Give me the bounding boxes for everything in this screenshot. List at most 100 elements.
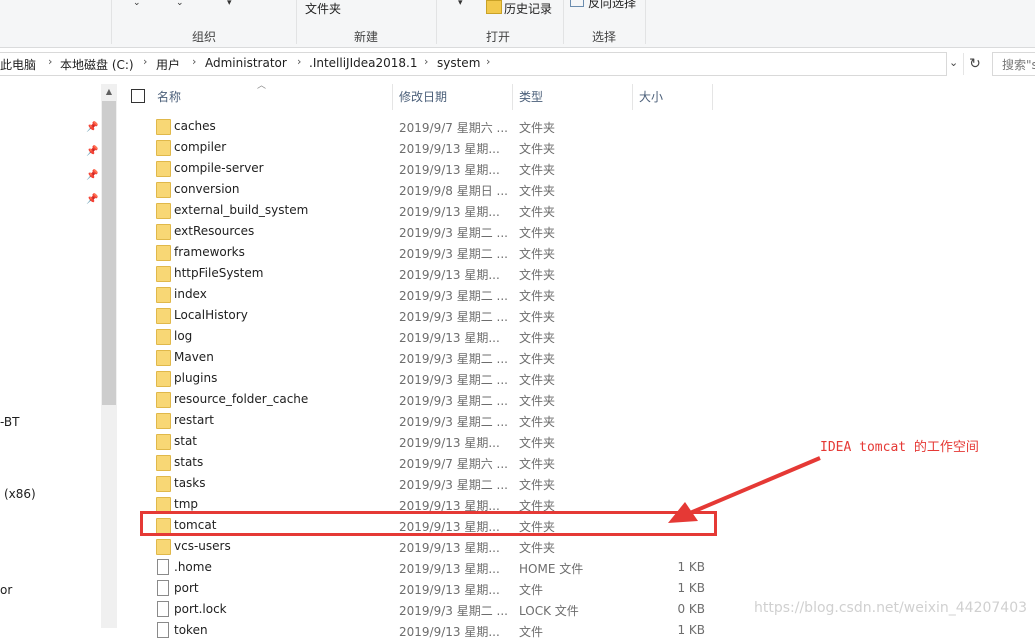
pin-icon: 📌	[86, 122, 99, 133]
chevron-down-icon[interactable]: ⌄	[176, 0, 184, 8]
ribbon-divider	[111, 0, 112, 44]
chevron-down-icon[interactable]: ▾	[458, 0, 463, 8]
file-name: compiler	[174, 140, 227, 154]
table-row[interactable]: log 2019/9/13 星期... 文件夹	[140, 326, 717, 347]
nav-item-x86[interactable]: (x86)	[4, 487, 36, 501]
folder-icon	[156, 308, 171, 324]
search-input[interactable]: 搜索"sy	[992, 52, 1035, 76]
table-row[interactable]: stat 2019/9/13 星期... 文件夹	[140, 431, 717, 452]
file-type: 文件夹	[519, 478, 556, 492]
column-divider[interactable]	[712, 84, 713, 110]
table-row[interactable]: resource_folder_cache 2019/9/3 星期二 ... 文件夹	[140, 389, 717, 410]
chevron-right-icon[interactable]: ›	[48, 55, 52, 68]
crumb-this-pc[interactable]: 此电脑	[0, 56, 36, 73]
chevron-down-icon[interactable]: ▾	[227, 0, 232, 8]
file-date: 2019/9/13 星期...	[399, 562, 500, 576]
refresh-icon[interactable]: ↻	[963, 53, 986, 75]
history-icon	[486, 0, 502, 14]
column-divider[interactable]	[392, 84, 393, 110]
table-row[interactable]: restart 2019/9/3 星期二 ... 文件夹	[140, 410, 717, 431]
sort-ascending-icon: ︿	[257, 81, 267, 91]
ribbon-divider	[563, 0, 564, 44]
table-row[interactable]: caches 2019/9/7 星期六 ... 文件夹	[140, 116, 717, 137]
ribbon-divider	[296, 0, 297, 44]
table-row[interactable]: extResources 2019/9/3 星期二 ... 文件夹	[140, 221, 717, 242]
table-row[interactable]: external_build_system 2019/9/13 星期... 文件夹	[140, 200, 717, 221]
table-row[interactable]: httpFileSystem 2019/9/13 星期... 文件夹	[140, 263, 717, 284]
scroll-up-icon[interactable]: ▲	[101, 84, 117, 100]
chevron-right-icon[interactable]: ›	[192, 55, 196, 68]
file-name: tasks	[174, 476, 206, 490]
file-date: 2019/9/13 星期...	[399, 625, 500, 639]
crumb-users[interactable]: 用户	[156, 56, 180, 73]
file-type: 文件夹	[519, 289, 556, 303]
chevron-right-icon[interactable]: ›	[143, 55, 147, 68]
table-row[interactable]: Maven 2019/9/3 星期二 ... 文件夹	[140, 347, 717, 368]
crumb-system[interactable]: system	[437, 56, 480, 70]
file-date: 2019/9/7 星期六 ...	[399, 457, 508, 471]
crumb-administrator[interactable]: Administrator	[205, 56, 287, 70]
file-type: 文件	[519, 583, 544, 597]
address-history-dropdown-icon[interactable]: ⌄	[949, 56, 958, 69]
table-row[interactable]: port.lock 2019/9/3 星期二 ... LOCK 文件 0 KB	[140, 599, 717, 620]
chevron-right-icon[interactable]: ›	[297, 55, 301, 68]
crumb-local-disk[interactable]: 本地磁盘 (C:)	[60, 56, 134, 73]
invert-select-icon	[570, 0, 584, 7]
chevron-down-icon[interactable]: ⌄	[133, 0, 141, 8]
ribbon-new-folder-label[interactable]: 文件夹	[305, 0, 341, 17]
column-divider[interactable]	[632, 84, 633, 110]
table-row[interactable]: vcs-users 2019/9/13 星期... 文件夹	[140, 536, 717, 557]
table-row[interactable]: conversion 2019/9/8 星期日 ... 文件夹	[140, 179, 717, 200]
group-organize-label: 组织	[192, 30, 217, 44]
annotation-arrow	[668, 456, 821, 523]
table-row[interactable]: frameworks 2019/9/3 星期二 ... 文件夹	[140, 242, 717, 263]
nav-scrollbar-thumb[interactable]	[102, 101, 116, 405]
file-type: 文件夹	[519, 247, 556, 261]
table-row[interactable]: compiler 2019/9/13 星期... 文件夹	[140, 137, 717, 158]
file-date: 2019/9/13 星期...	[399, 268, 500, 282]
address-bar[interactable]: 此电脑 › 本地磁盘 (C:) › 用户 › Administrator › .…	[0, 52, 1035, 76]
table-row[interactable]: port 2019/9/13 星期... 文件 1 KB	[140, 578, 717, 599]
file-type: 文件夹	[519, 184, 556, 198]
column-divider[interactable]	[512, 84, 513, 110]
highlight-box	[140, 511, 717, 536]
table-row[interactable]: LocalHistory 2019/9/3 星期二 ... 文件夹	[140, 305, 717, 326]
breadcrumb[interactable]: 此电脑 › 本地磁盘 (C:) › 用户 › Administrator › .…	[0, 52, 947, 76]
folder-icon	[156, 266, 171, 282]
table-row[interactable]: index 2019/9/3 星期二 ... 文件夹	[140, 284, 717, 305]
file-date: 2019/9/3 星期二 ...	[399, 604, 508, 618]
table-row[interactable]: plugins 2019/9/3 星期二 ... 文件夹	[140, 368, 717, 389]
chevron-right-icon[interactable]: ›	[486, 55, 490, 68]
crumb-intellij[interactable]: .IntelliJIdea2018.1	[309, 56, 417, 70]
file-size: 0 KB	[677, 602, 705, 616]
file-name: stat	[174, 434, 198, 448]
folder-icon	[156, 224, 171, 240]
nav-item-or[interactable]: or	[0, 583, 12, 597]
file-icon	[157, 559, 169, 575]
column-header-date[interactable]: 修改日期	[399, 88, 447, 105]
column-header-type[interactable]: 类型	[519, 88, 543, 105]
file-name: caches	[174, 119, 216, 133]
table-row[interactable]: .home 2019/9/13 星期... HOME 文件 1 KB	[140, 557, 717, 578]
select-all-checkbox[interactable]	[131, 89, 145, 103]
column-header-size[interactable]: 大小	[639, 88, 663, 105]
history-button[interactable]: 历史记录	[504, 0, 552, 17]
pin-icon: 📌	[86, 170, 99, 181]
folder-icon	[156, 140, 171, 156]
nav-item-bt[interactable]: -BT	[0, 415, 19, 429]
group-new-label: 新建	[354, 30, 379, 44]
table-row[interactable]: stats 2019/9/7 星期六 ... 文件夹	[140, 452, 717, 473]
column-header-name[interactable]: 名称	[157, 88, 181, 105]
table-row[interactable]: compile-server 2019/9/13 星期... 文件夹	[140, 158, 717, 179]
folder-icon	[156, 371, 171, 387]
chevron-right-icon[interactable]: ›	[424, 55, 428, 68]
folder-icon	[156, 476, 171, 492]
file-type: HOME 文件	[519, 562, 584, 576]
invert-select-button[interactable]: 反向选择	[588, 0, 636, 11]
table-row[interactable]: token 2019/9/13 星期... 文件 1 KB	[140, 620, 717, 641]
file-type: 文件夹	[519, 142, 556, 156]
file-icon	[157, 601, 169, 617]
table-row[interactable]: tasks 2019/9/3 星期二 ... 文件夹	[140, 473, 717, 494]
file-date: 2019/9/3 星期二 ...	[399, 352, 508, 366]
file-type: 文件夹	[519, 226, 556, 240]
